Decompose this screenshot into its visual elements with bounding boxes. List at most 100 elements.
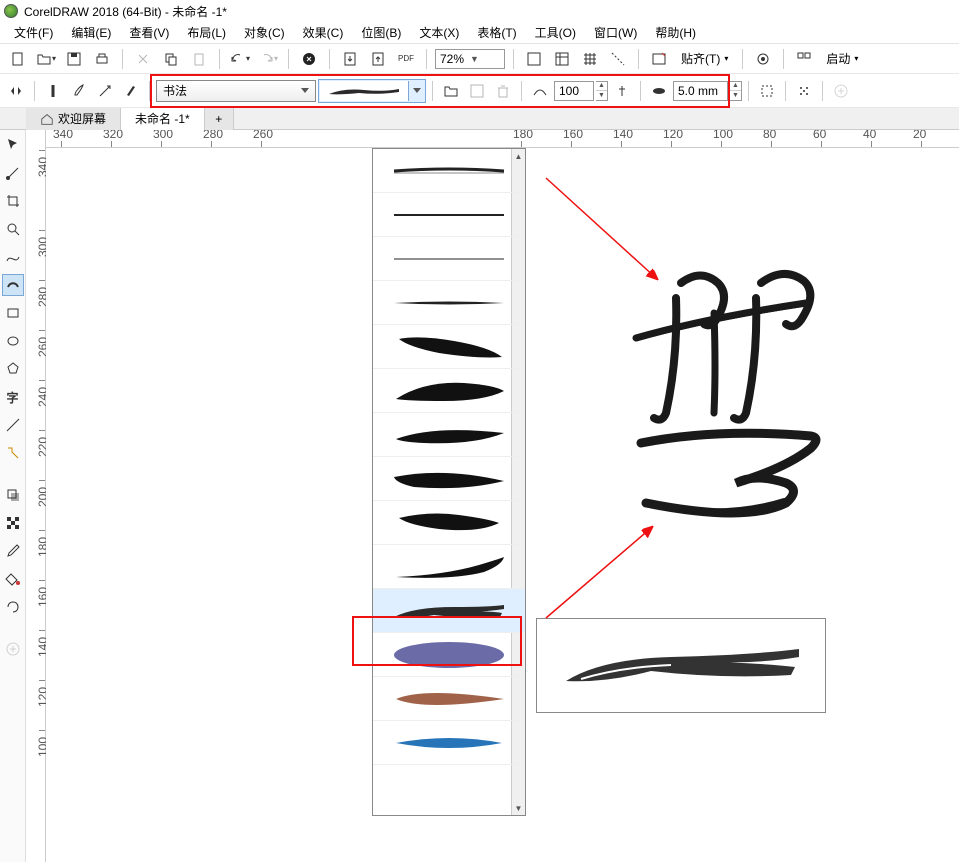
smoothing-input[interactable]: 100 xyxy=(554,81,594,101)
brush-category-combo[interactable]: 书法 xyxy=(156,80,316,102)
menu-tools[interactable]: 工具(O) xyxy=(527,22,584,43)
import-icon[interactable] xyxy=(338,47,362,71)
show-rulers-icon[interactable] xyxy=(550,47,574,71)
preview-icon[interactable] xyxy=(647,47,671,71)
titlebar: CorelDRAW 2018 (64-Bit) - 未命名 -1* xyxy=(0,0,959,22)
menu-bitmap[interactable]: 位图(B) xyxy=(353,22,409,43)
redo-icon: ▾ xyxy=(256,47,280,71)
open-icon[interactable]: ▾ xyxy=(34,47,58,71)
menu-help[interactable]: 帮助(H) xyxy=(647,22,704,43)
transparency-tool-icon[interactable] xyxy=(2,512,24,534)
brush-item[interactable] xyxy=(373,237,525,281)
fullscreen-icon[interactable] xyxy=(522,47,546,71)
undo-icon[interactable]: ▾ xyxy=(228,47,252,71)
export-icon[interactable] xyxy=(366,47,390,71)
sprayer-icon[interactable] xyxy=(93,79,117,103)
bounding-box-icon[interactable] xyxy=(755,79,779,103)
annotation-arrow-1 xyxy=(536,168,676,288)
copy-icon[interactable] xyxy=(159,47,183,71)
rectangle-tool-icon[interactable] xyxy=(2,302,24,324)
drop-shadow-tool-icon[interactable] xyxy=(2,484,24,506)
drawing-canvas[interactable]: ▲▼ xyxy=(46,148,959,862)
brush-item[interactable] xyxy=(373,721,525,765)
pick-tool-icon[interactable] xyxy=(2,134,24,156)
calligraphic-icon[interactable] xyxy=(119,79,143,103)
brush-stroke-combo[interactable] xyxy=(318,79,426,103)
brush-item[interactable] xyxy=(373,677,525,721)
horizontal-ruler: 34032030028026018016014012010080604020 xyxy=(46,130,959,148)
brush-item-selected[interactable] xyxy=(373,589,525,633)
quick-customize-icon[interactable] xyxy=(2,638,24,660)
brush-item[interactable] xyxy=(373,281,525,325)
brush-stroke-dropdown: ▲▼ xyxy=(372,148,526,816)
brush-item[interactable] xyxy=(373,325,525,369)
print-icon[interactable] xyxy=(90,47,114,71)
brush-item[interactable] xyxy=(373,501,525,545)
ellipse-tool-icon[interactable] xyxy=(2,330,24,352)
brush-item[interactable] xyxy=(373,457,525,501)
publish-pdf-icon[interactable]: PDF xyxy=(394,47,418,71)
brush-icon[interactable] xyxy=(67,79,91,103)
launch-button[interactable]: 启动▾ xyxy=(820,47,864,71)
zoom-combo[interactable]: 72%▼ xyxy=(435,49,505,69)
width-icon[interactable] xyxy=(647,79,671,103)
tab-welcome[interactable]: 欢迎屏幕 xyxy=(26,108,121,130)
text-tool-icon[interactable]: 字 xyxy=(2,386,24,408)
smoothing-icon[interactable] xyxy=(528,79,552,103)
brush-item[interactable] xyxy=(373,369,525,413)
paste-icon xyxy=(187,47,211,71)
brush-item[interactable] xyxy=(373,149,525,193)
menu-object[interactable]: 对象(C) xyxy=(236,22,293,43)
show-grid-icon[interactable] xyxy=(578,47,602,71)
eyedropper-tool-icon[interactable] xyxy=(2,540,24,562)
tab-document[interactable]: 未命名 -1* xyxy=(121,108,205,130)
new-icon[interactable] xyxy=(6,47,30,71)
smoothing-spinner[interactable]: ▲▼ xyxy=(596,81,608,101)
menu-file[interactable]: 文件(F) xyxy=(6,22,61,43)
brush-item[interactable] xyxy=(373,193,525,237)
menu-table[interactable]: 表格(T) xyxy=(469,22,524,43)
shape-tool-icon[interactable] xyxy=(2,162,24,184)
menu-view[interactable]: 查看(V) xyxy=(121,22,177,43)
brush-item[interactable] xyxy=(373,413,525,457)
toolbox: 字 xyxy=(0,130,26,862)
brush-item[interactable] xyxy=(373,545,525,589)
window-title: CorelDRAW 2018 (64-Bit) - 未命名 -1* xyxy=(24,3,227,20)
freehand-tool-icon[interactable] xyxy=(2,246,24,268)
options-icon[interactable] xyxy=(751,47,775,71)
menu-text[interactable]: 文本(X) xyxy=(411,22,467,43)
menu-effects[interactable]: 效果(C) xyxy=(295,22,352,43)
menu-window[interactable]: 窗口(W) xyxy=(586,22,645,43)
zoom-tool-icon[interactable] xyxy=(2,218,24,240)
canvas-artwork xyxy=(586,248,866,528)
stroke-width-input[interactable]: 5.0 mm xyxy=(673,81,728,101)
polygon-tool-icon[interactable] xyxy=(2,358,24,380)
annotation-arrow-2 xyxy=(536,518,666,628)
save-brush-icon xyxy=(465,79,489,103)
scale-stroke-icon[interactable] xyxy=(792,79,816,103)
standard-toolbar: ▾ ▾ ▾ PDF 72%▼ 贴齐(T)▾ 启动▾ xyxy=(0,44,959,74)
smart-fill-tool-icon[interactable] xyxy=(2,596,24,618)
save-icon[interactable] xyxy=(62,47,86,71)
smoothing-slider-icon[interactable] xyxy=(610,79,634,103)
add-icon xyxy=(829,79,853,103)
menu-edit[interactable]: 编辑(E) xyxy=(63,22,119,43)
crop-tool-icon[interactable] xyxy=(2,190,24,212)
tab-add[interactable]: + xyxy=(205,108,234,130)
delete-brush-icon xyxy=(491,79,515,103)
connector-tool-icon[interactable] xyxy=(2,442,24,464)
mirror-h-icon[interactable] xyxy=(4,79,28,103)
artistic-media-tool-icon[interactable] xyxy=(2,274,24,296)
parallel-dim-tool-icon[interactable] xyxy=(2,414,24,436)
search-content-icon[interactable] xyxy=(297,47,321,71)
snap-to-button[interactable]: 贴齐(T)▾ xyxy=(675,47,734,71)
fill-tool-icon[interactable] xyxy=(2,568,24,590)
app-launcher-icon[interactable] xyxy=(792,47,816,71)
stroke-width-spinner[interactable]: ▲▼ xyxy=(730,81,742,101)
preset-stroke-icon[interactable] xyxy=(41,79,65,103)
brush-item[interactable] xyxy=(373,633,525,677)
browse-icon[interactable] xyxy=(439,79,463,103)
menu-layout[interactable]: 布局(L) xyxy=(179,22,234,43)
home-icon xyxy=(40,112,54,126)
show-guides-icon[interactable] xyxy=(606,47,630,71)
